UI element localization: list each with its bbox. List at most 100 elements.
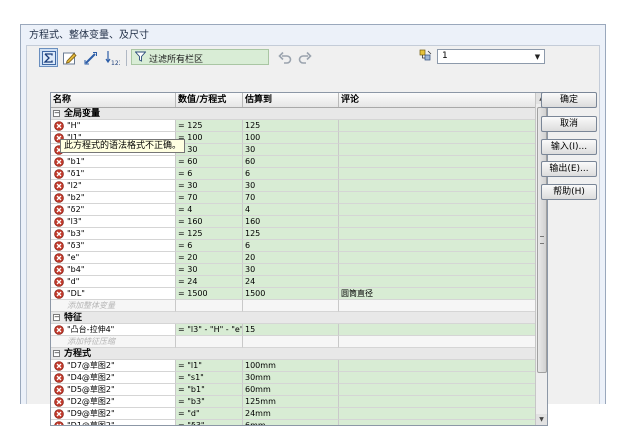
group-row[interactable]: −特征 [51, 312, 537, 324]
table-row[interactable]: "δ2"= 44 [51, 204, 537, 216]
comment-cell[interactable] [339, 132, 537, 144]
empty-cell[interactable] [243, 300, 339, 312]
table-row[interactable]: "H"= 125125 [51, 120, 537, 132]
collapse-icon[interactable]: − [53, 314, 60, 321]
name-cell[interactable]: "e" [51, 252, 176, 264]
empty-cell[interactable] [243, 336, 339, 348]
evaluates-cell[interactable]: 30 [243, 180, 339, 192]
evaluates-cell[interactable]: 15 [243, 324, 339, 336]
value-cell[interactable]: = 30 [176, 264, 243, 276]
comment-cell[interactable] [339, 240, 537, 252]
table-row[interactable]: "D2@草图2"= "b3"125mm [51, 396, 537, 408]
value-cell[interactable]: = 70 [176, 192, 243, 204]
add-item-cell[interactable]: 添加整体变量 [51, 300, 176, 312]
chevron-down-icon[interactable]: ▼ [531, 50, 544, 63]
name-cell[interactable]: "d" [51, 276, 176, 288]
comment-cell[interactable] [339, 168, 537, 180]
evaluates-cell[interactable]: 24mm [243, 408, 339, 420]
table-row[interactable]: "e"= 2020 [51, 252, 537, 264]
value-cell[interactable]: = 30 [176, 144, 243, 156]
table-row[interactable]: "b3"= 125125 [51, 228, 537, 240]
import-button[interactable]: 输入(I)... [541, 139, 597, 155]
comment-cell[interactable] [339, 372, 537, 384]
value-cell[interactable]: = 6 [176, 240, 243, 252]
evaluates-cell[interactable]: 6 [243, 240, 339, 252]
add-item-cell[interactable]: 添加特征压缩 [51, 336, 176, 348]
empty-cell[interactable] [339, 336, 537, 348]
evaluates-cell[interactable]: 6 [243, 168, 339, 180]
table-row[interactable]: "D1@草图2"= "δ3"6mm [51, 420, 537, 426]
column-header-evaluates[interactable]: 估算到 [243, 93, 339, 107]
column-header-comment[interactable]: 评论 [339, 93, 537, 107]
add-row[interactable]: 添加整体变量 [51, 300, 537, 312]
column-header-name[interactable]: 名称 [51, 93, 176, 107]
value-cell[interactable]: = "l1" [176, 360, 243, 372]
group-row[interactable]: −全局变量 [51, 108, 537, 120]
add-row[interactable]: 添加特征压缩 [51, 336, 537, 348]
comment-cell[interactable] [339, 252, 537, 264]
name-cell[interactable]: "DL" [51, 288, 176, 300]
value-cell[interactable]: = 60 [176, 156, 243, 168]
comment-cell[interactable] [339, 324, 537, 336]
evaluates-cell[interactable]: 1500 [243, 288, 339, 300]
value-cell[interactable]: = 125 [176, 120, 243, 132]
table-row[interactable]: "凸台-拉伸4"= "l3" - "H" - "e"15 [51, 324, 537, 336]
table-row[interactable]: "D4@草图2"= "s1"30mm [51, 372, 537, 384]
evaluates-cell[interactable]: 60mm [243, 384, 339, 396]
value-cell[interactable]: = 100 [176, 132, 243, 144]
name-cell[interactable]: "H" [51, 120, 176, 132]
evaluates-cell[interactable]: 24 [243, 276, 339, 288]
value-cell[interactable]: = 4 [176, 204, 243, 216]
sketch-equation-view-button[interactable] [60, 48, 79, 67]
value-cell[interactable]: = 6 [176, 168, 243, 180]
table-row[interactable]: "l2"= 3030 [51, 180, 537, 192]
table-row[interactable]: "b1"= 6060 [51, 156, 537, 168]
comment-cell[interactable]: 圆筒直径 [339, 288, 537, 300]
empty-cell[interactable] [339, 300, 537, 312]
value-cell[interactable]: = "b3" [176, 396, 243, 408]
table-row[interactable]: "l3"= 160160 [51, 216, 537, 228]
comment-cell[interactable] [339, 156, 537, 168]
table-row[interactable]: "b2"= 7070 [51, 192, 537, 204]
name-cell[interactable]: "δ2" [51, 204, 176, 216]
comment-cell[interactable] [339, 144, 537, 156]
comment-cell[interactable] [339, 192, 537, 204]
comment-cell[interactable] [339, 420, 537, 426]
name-cell[interactable]: "D2@草图2" [51, 396, 176, 408]
value-cell[interactable]: = 160 [176, 216, 243, 228]
comment-cell[interactable] [339, 180, 537, 192]
name-cell[interactable]: "b3" [51, 228, 176, 240]
evaluates-cell[interactable]: 70 [243, 192, 339, 204]
value-cell[interactable]: = 20 [176, 252, 243, 264]
scroll-down-arrow[interactable]: ▼ [536, 414, 547, 425]
name-cell[interactable]: "b4" [51, 264, 176, 276]
comment-cell[interactable] [339, 264, 537, 276]
evaluates-cell[interactable]: 100mm [243, 360, 339, 372]
name-cell[interactable]: "D5@草图2" [51, 384, 176, 396]
value-cell[interactable]: = 24 [176, 276, 243, 288]
evaluates-cell[interactable]: 125 [243, 228, 339, 240]
value-cell[interactable]: = 30 [176, 180, 243, 192]
name-cell[interactable]: "δ3" [51, 240, 176, 252]
name-cell[interactable]: "凸台-拉伸4" [51, 324, 176, 336]
name-cell[interactable]: "D7@草图2" [51, 360, 176, 372]
value-cell[interactable]: = "s1" [176, 372, 243, 384]
name-cell[interactable]: "l2" [51, 180, 176, 192]
redo-button[interactable] [295, 48, 314, 67]
table-row[interactable]: "δ1"= 66 [51, 168, 537, 180]
table-row[interactable]: "D9@草图2"= "d"24mm [51, 408, 537, 420]
comment-cell[interactable] [339, 204, 537, 216]
name-cell[interactable]: "D4@草图2" [51, 372, 176, 384]
comment-cell[interactable] [339, 120, 537, 132]
table-row[interactable]: "d"= 2424 [51, 276, 537, 288]
evaluates-cell[interactable]: 60 [243, 156, 339, 168]
empty-cell[interactable] [176, 336, 243, 348]
name-cell[interactable]: "δ1" [51, 168, 176, 180]
collapse-icon[interactable]: − [53, 110, 60, 117]
equation-view-button[interactable] [39, 48, 58, 67]
comment-cell[interactable] [339, 396, 537, 408]
evaluates-cell[interactable]: 30 [243, 264, 339, 276]
value-cell[interactable]: = "d" [176, 408, 243, 420]
table-row[interactable]: "DL"= 15001500圆筒直径 [51, 288, 537, 300]
table-row[interactable]: "D5@草图2"= "b1"60mm [51, 384, 537, 396]
